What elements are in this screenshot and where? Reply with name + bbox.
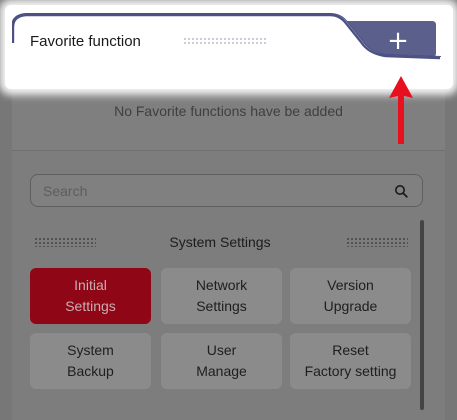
add-favorite-button[interactable]: + [366, 22, 430, 60]
tile-label-line1: Version [327, 277, 374, 293]
scrollbar[interactable] [420, 220, 424, 410]
tile-user-manage[interactable]: User Manage [161, 333, 282, 389]
search-box[interactable] [30, 174, 423, 207]
section-header: System Settings [30, 232, 410, 252]
empty-favorites-message: No Favorite functions have be added [12, 98, 445, 151]
tile-label-line2: Upgrade [323, 298, 378, 314]
tile-label-line1: Initial [74, 277, 107, 293]
tile-version-upgrade[interactable]: Version Upgrade [290, 268, 411, 324]
search-icon[interactable] [394, 184, 408, 198]
tile-label-line1: System [67, 342, 114, 358]
tile-label-line2: Factory setting [304, 363, 397, 379]
favorite-tab-title[interactable]: Favorite function [30, 33, 141, 50]
tile-reset-factory[interactable]: Reset Factory setting [290, 333, 411, 389]
tile-initial-settings[interactable]: Initial Settings [30, 268, 151, 324]
red-arrow-annotation [389, 76, 413, 144]
tile-label-line2: Settings [65, 298, 116, 314]
tile-label-line2: Backup [67, 363, 114, 379]
tile-label-line1: Network [195, 277, 248, 293]
decorative-dots [346, 237, 408, 247]
tile-label-line2: Settings [196, 298, 247, 314]
plus-icon: + [387, 26, 409, 56]
empty-message-text: No Favorite functions have be added [114, 103, 343, 119]
search-input[interactable] [43, 175, 373, 206]
tile-label-line2: Manage [196, 363, 247, 379]
tile-label-line1: Reset [332, 342, 369, 358]
tile-system-backup[interactable]: System Backup [30, 333, 151, 389]
tile-network-settings[interactable]: Network Settings [161, 268, 282, 324]
decorative-dots [183, 37, 267, 46]
tile-label-line1: User [206, 342, 237, 358]
